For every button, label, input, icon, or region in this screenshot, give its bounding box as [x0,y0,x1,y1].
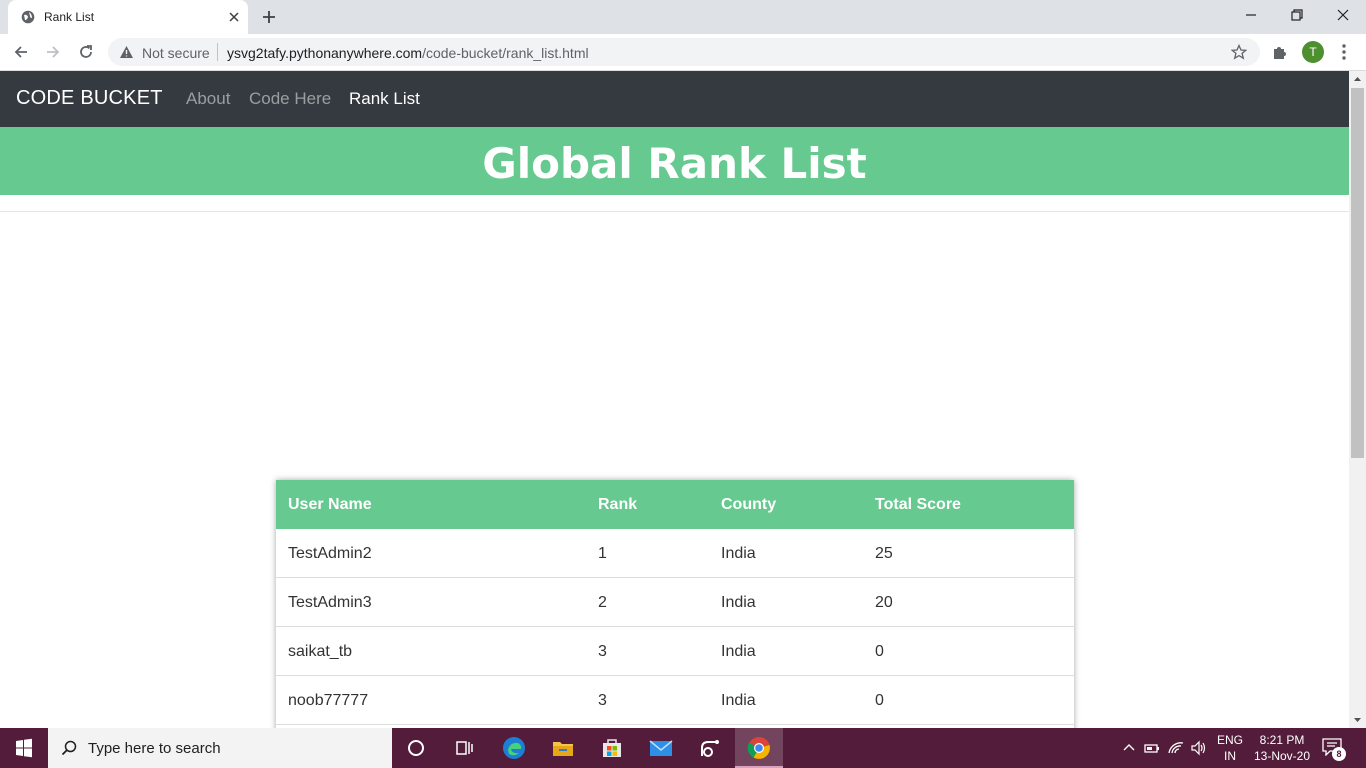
nav-link-code-here[interactable]: Code Here [249,89,331,109]
cell-rank: 3 [598,692,607,709]
table-header: User Name Rank County Total Score [276,480,1074,529]
wifi-icon[interactable] [1167,739,1185,757]
folder-icon [553,742,573,756]
taskbar-mail[interactable] [637,728,685,768]
cell-user-name: TestAdmin2 [288,545,372,562]
url-text[interactable]: ysvg2tafy.pythonanywhere.com/code-bucket… [227,45,589,61]
scroll-up-arrow-icon[interactable] [1349,71,1366,88]
taskbar-file-explorer[interactable] [539,728,587,768]
taskbar-store[interactable] [588,728,636,768]
column-header-user-name: User Name [288,496,372,513]
store-icon [603,739,621,757]
cell-total-score: 0 [875,692,884,709]
table-row: saikat_tb 3 India 0 [276,627,1074,676]
cell-user-name: saikat_tb [288,643,353,660]
cell-total-score: 25 [875,545,893,562]
url-path: /code-bucket/rank_list.html [422,45,589,61]
restore-icon[interactable] [1287,6,1307,24]
warning-icon[interactable] [119,45,134,59]
nav-link-about[interactable]: About [186,89,230,109]
page-viewport: CODE BUCKET About Code Here Rank List Gl… [0,71,1349,728]
cell-county: India [721,594,756,611]
browser-tabstrip: Rank List [0,0,1366,34]
new-tab-icon[interactable] [260,8,278,26]
address-bar[interactable]: Not secure ysvg2tafy.pythonanywhere.com/… [108,38,1260,66]
rank-table: User Name Rank County Total Score TestAd… [276,480,1074,728]
more-menu-icon[interactable] [1336,42,1352,62]
bookmark-star-icon[interactable] [1231,44,1247,60]
cell-total-score: 20 [875,594,893,611]
cortana-button[interactable] [392,728,440,768]
cell-county: India [721,643,756,660]
region-code: IN [1224,749,1236,763]
cell-rank: 1 [598,545,607,562]
task-view-button[interactable] [440,728,488,768]
table-row: noob77777 3 India 0 [276,676,1074,725]
taskbar-chrome[interactable] [735,728,783,768]
globe-icon [21,10,35,24]
mail-icon [649,740,673,756]
system-clock[interactable]: 8:21 PM 13-Nov-20 [1250,732,1314,764]
cortana-icon [408,740,424,756]
table-row: TestAdmin2 1 India 25 [276,529,1074,578]
battery-icon[interactable] [1143,739,1161,757]
site-navbar: CODE BUCKET About Code Here Rank List [0,71,1349,127]
chevron-up-icon[interactable] [1120,739,1138,757]
column-header-county: County [721,496,777,513]
security-status[interactable]: Not secure [142,45,210,61]
app-icon [701,740,719,757]
cell-rank: 2 [598,594,607,611]
taskbar-edge[interactable] [490,728,538,768]
forward-icon[interactable] [44,43,62,61]
url-host: ysvg2tafy.pythonanywhere.com [227,45,423,61]
cell-county: India [721,692,756,709]
cell-user-name: noob77777 [288,692,369,709]
windows-taskbar: Type here to search ENG IN 8:21 PM 13-No… [0,728,1366,768]
cell-rank: 3 [598,643,607,660]
profile-avatar[interactable]: T [1302,41,1324,63]
language-indicator[interactable]: ENG IN [1217,732,1243,764]
column-header-rank: Rank [598,496,638,513]
language-code: ENG [1217,733,1244,747]
minimize-icon[interactable] [1241,6,1261,24]
windows-start-icon[interactable] [0,728,48,768]
scroll-down-arrow-icon[interactable] [1349,711,1366,728]
table-row: TestAdmin3 2 India 20 [276,578,1074,627]
page-header-banner: Global Rank List [0,127,1349,195]
edge-icon [503,737,525,759]
nav-link-rank-list[interactable]: Rank List [349,89,420,109]
browser-tab[interactable]: Rank List [8,0,248,34]
volume-icon[interactable] [1190,739,1208,757]
tab-title: Rank List [44,10,95,24]
notification-badge: 8 [1332,747,1346,761]
clock-date: 13-Nov-20 [1253,749,1311,763]
cell-total-score: 0 [875,643,884,660]
extensions-icon[interactable] [1271,43,1289,61]
page-scrollbar[interactable] [1349,71,1366,728]
clock-time: 8:21 PM [1259,733,1305,747]
taskbar-app[interactable] [686,728,734,768]
back-icon[interactable] [12,43,30,61]
site-brand[interactable]: CODE BUCKET [16,87,163,110]
scrollbar-thumb[interactable] [1351,88,1364,458]
close-tab-icon[interactable] [226,9,242,25]
search-placeholder: Type here to search [88,740,221,757]
task-view-icon [456,741,473,755]
search-icon [61,740,77,756]
address-divider [217,43,218,61]
column-header-total-score: Total Score [875,496,961,513]
browser-toolbar: Not secure ysvg2tafy.pythonanywhere.com/… [0,34,1366,71]
chrome-icon [747,737,770,759]
notification-center[interactable]: 8 [1322,738,1346,761]
page-title: Global Rank List [482,139,867,188]
close-window-icon[interactable] [1333,6,1353,24]
divider [0,211,1349,212]
cell-county: India [721,545,756,562]
reload-icon[interactable] [77,43,95,61]
cell-user-name: TestAdmin3 [288,594,372,611]
taskbar-search-box[interactable]: Type here to search [48,728,392,768]
